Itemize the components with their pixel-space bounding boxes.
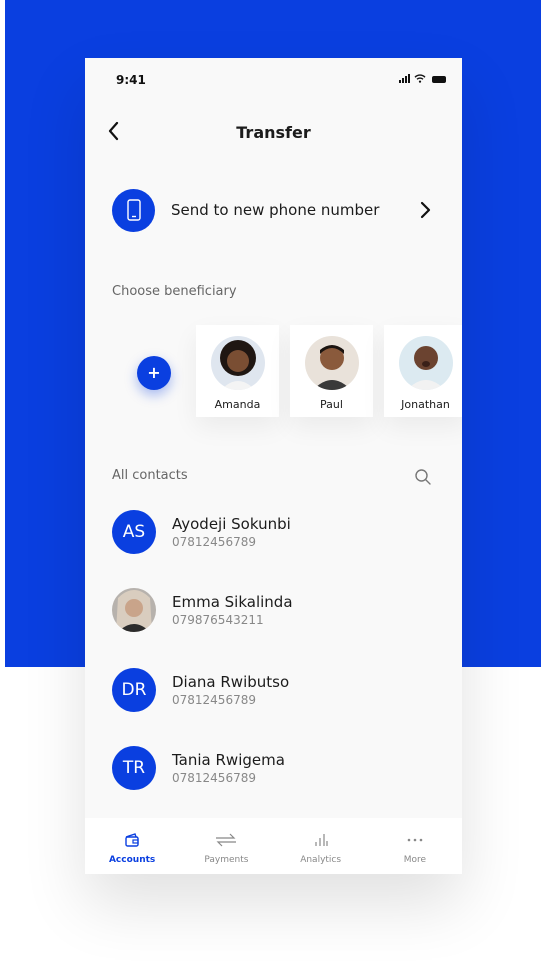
contact-phone: 07812456789: [172, 693, 256, 707]
beneficiary-card-amanda[interactable]: Amanda: [196, 325, 279, 417]
mobile-phone-icon: [126, 199, 141, 221]
page-title: Transfer: [236, 123, 311, 142]
battery-icon: [432, 76, 446, 83]
bar-chart-icon: [315, 834, 328, 846]
phone-screen: 9:41 Transfer Send to new phone number C…: [85, 58, 462, 874]
beneficiary-name: Amanda: [214, 398, 261, 411]
signal-icon: [399, 74, 410, 83]
tab-label: More: [403, 855, 427, 865]
tab-label: Payments: [204, 855, 249, 865]
chevron-right-icon: [420, 201, 431, 219]
top-bar: Transfer: [85, 118, 462, 148]
tab-label: Accounts: [108, 855, 156, 865]
tab-accounts[interactable]: Accounts: [85, 818, 179, 874]
send-new-number-row[interactable]: Send to new phone number: [112, 188, 432, 232]
status-icons: [399, 74, 446, 83]
status-time: 9:41: [116, 73, 146, 87]
plus-icon: +: [147, 363, 161, 382]
avatar: [398, 336, 453, 390]
contact-phone: 07812456789: [172, 535, 256, 549]
beneficiary-card-paul[interactable]: Paul: [290, 325, 373, 417]
phone-icon-circle: [112, 188, 155, 232]
avatar: [304, 336, 359, 390]
contact-phone: 079876543211: [172, 613, 264, 627]
contact-row[interactable]: Emma Sikalinda 079876543211: [112, 587, 432, 633]
tab-payments[interactable]: Payments: [179, 818, 273, 874]
beneficiary-name: Paul: [320, 398, 343, 411]
contact-name: Diana Rwibutso: [172, 673, 290, 691]
send-new-number-label: Send to new phone number: [171, 201, 380, 219]
contact-name: Emma Sikalinda: [172, 593, 293, 611]
contact-avatar: AS: [112, 510, 156, 554]
more-dots-icon: [407, 838, 423, 842]
wallet-icon: [125, 833, 139, 847]
transfer-arrows-icon: [216, 833, 237, 847]
contact-row[interactable]: DR Diana Rwibutso 07812456789: [112, 667, 432, 713]
contact-row[interactable]: TR Tania Rwigema 07812456789: [112, 745, 432, 791]
contact-row[interactable]: AS Ayodeji Sokunbi 07812456789: [112, 509, 432, 555]
contact-phone: 07812456789: [172, 771, 256, 785]
search-icon[interactable]: [414, 468, 432, 486]
all-contacts-heading: All contacts: [112, 468, 188, 483]
beneficiary-card-jonathan[interactable]: Jonathan: [384, 325, 462, 417]
avatar: [210, 336, 265, 390]
tab-analytics[interactable]: Analytics: [274, 818, 368, 874]
contact-name: Ayodeji Sokunbi: [172, 515, 291, 533]
choose-beneficiary-heading: Choose beneficiary: [112, 284, 237, 299]
beneficiary-name: Jonathan: [401, 398, 450, 411]
status-bar: 9:41: [85, 58, 462, 102]
tab-more[interactable]: More: [368, 818, 462, 874]
contact-avatar: TR: [112, 746, 156, 790]
bottom-tab-bar: Accounts Payments Analytics More: [85, 818, 462, 874]
contact-avatar-photo: [112, 588, 156, 632]
contact-name: Tania Rwigema: [172, 751, 285, 769]
tab-label: Analytics: [300, 855, 342, 865]
contact-avatar: DR: [112, 668, 156, 712]
add-beneficiary-button[interactable]: +: [137, 356, 171, 390]
wifi-icon: [414, 74, 426, 83]
